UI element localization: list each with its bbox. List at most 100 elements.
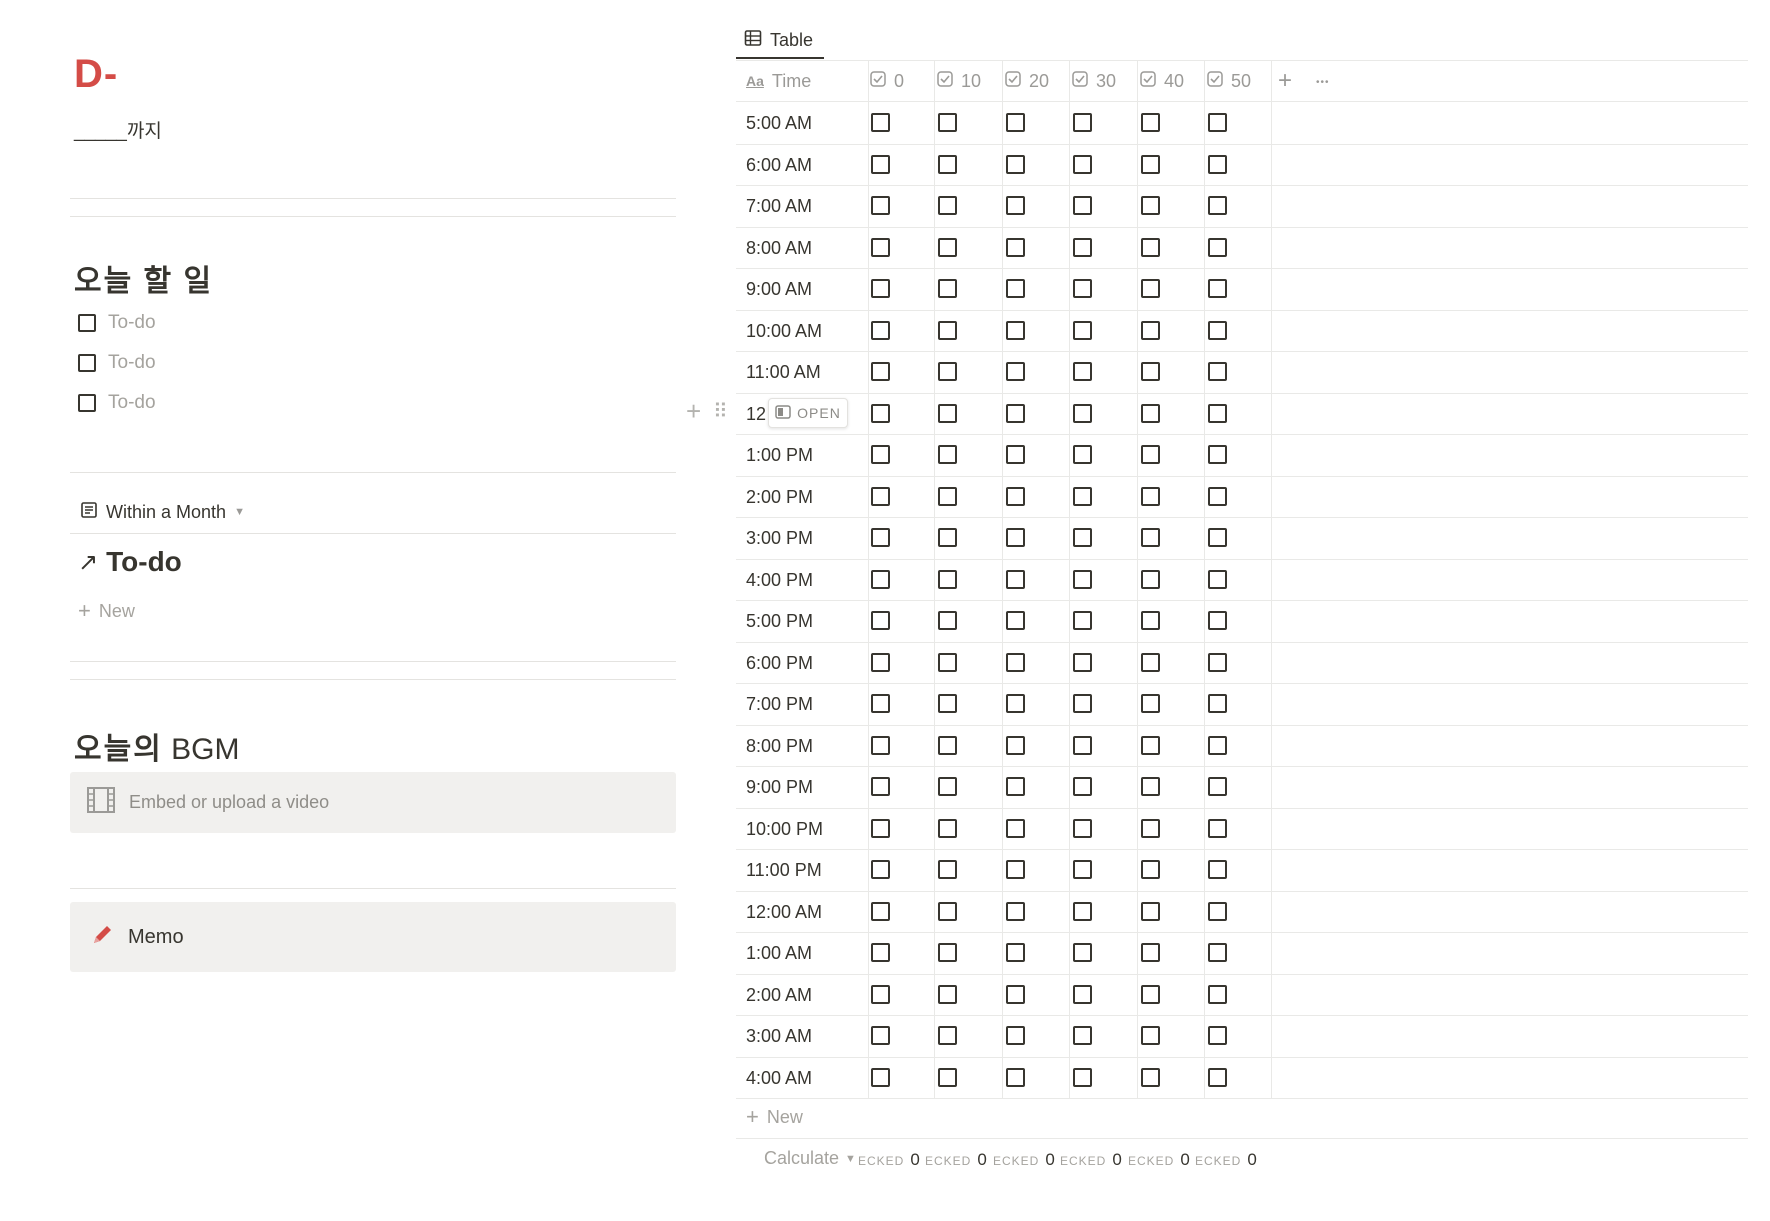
time-cell[interactable]: 8:00 AM	[746, 233, 812, 263]
time-cell[interactable]: 4:00 PM	[746, 565, 813, 595]
cell-checkbox[interactable]	[1141, 570, 1160, 589]
cell-checkbox[interactable]	[1073, 860, 1092, 879]
cell-checkbox[interactable]	[1208, 902, 1227, 921]
cell-checkbox[interactable]	[1006, 445, 1025, 464]
todo-item[interactable]: To-do	[78, 308, 156, 338]
cell-checkbox[interactable]	[1073, 404, 1092, 423]
cell-checkbox[interactable]	[1141, 653, 1160, 672]
more-options-icon[interactable]: •••	[1316, 70, 1330, 96]
cell-checkbox[interactable]	[1141, 860, 1160, 879]
column-header-time[interactable]: Aa Time	[746, 66, 811, 96]
cell-checkbox[interactable]	[871, 196, 890, 215]
cell-checkbox[interactable]	[871, 487, 890, 506]
cell-checkbox[interactable]	[1141, 113, 1160, 132]
cell-checkbox[interactable]	[871, 570, 890, 589]
cell-checkbox[interactable]	[871, 1026, 890, 1045]
time-cell[interactable]: 11:00 PM	[746, 855, 822, 885]
cell-checkbox[interactable]	[1006, 943, 1025, 962]
cell-checkbox[interactable]	[1208, 943, 1227, 962]
cell-checkbox[interactable]	[1006, 279, 1025, 298]
cell-checkbox[interactable]	[1073, 238, 1092, 257]
video-embed-block[interactable]: Embed or upload a video	[70, 772, 676, 833]
cell-checkbox[interactable]	[1141, 155, 1160, 174]
cell-checkbox[interactable]	[938, 155, 957, 174]
cell-checkbox[interactable]	[1073, 570, 1092, 589]
cell-checkbox[interactable]	[938, 404, 957, 423]
cell-checkbox[interactable]	[1073, 611, 1092, 630]
cell-checkbox[interactable]	[871, 321, 890, 340]
cell-checkbox[interactable]	[1006, 196, 1025, 215]
cell-checkbox[interactable]	[1208, 611, 1227, 630]
cell-checkbox[interactable]	[1006, 611, 1025, 630]
cell-checkbox[interactable]	[938, 611, 957, 630]
time-cell[interactable]: 1:00 AM	[746, 938, 812, 968]
linked-db-title[interactable]: ↗ To-do	[78, 546, 182, 578]
cell-checkbox[interactable]	[938, 819, 957, 838]
column-header-checkbox[interactable]: 40	[1140, 66, 1184, 96]
cell-checkbox[interactable]	[1073, 985, 1092, 1004]
cell-checkbox[interactable]	[1006, 155, 1025, 174]
cell-checkbox[interactable]	[1073, 943, 1092, 962]
time-cell[interactable]: 4:00 AM	[746, 1063, 812, 1093]
open-row-button[interactable]: OPEN	[768, 398, 848, 428]
cell-checkbox[interactable]	[938, 113, 957, 132]
todo-checkbox[interactable]	[78, 354, 96, 372]
todo-item[interactable]: To-do	[78, 388, 156, 418]
time-cell[interactable]: 2:00 AM	[746, 980, 812, 1010]
todo-label[interactable]: To-do	[108, 312, 156, 334]
cell-checkbox[interactable]	[871, 445, 890, 464]
cell-checkbox[interactable]	[1073, 777, 1092, 796]
add-column-icon[interactable]: +	[1278, 66, 1292, 96]
time-cell[interactable]: 6:00 AM	[746, 150, 812, 180]
time-cell[interactable]: 5:00 AM	[746, 108, 812, 138]
cell-checkbox[interactable]	[1006, 819, 1025, 838]
cell-checkbox[interactable]	[1006, 777, 1025, 796]
cell-checkbox[interactable]	[938, 321, 957, 340]
cell-checkbox[interactable]	[1141, 819, 1160, 838]
cell-checkbox[interactable]	[1208, 113, 1227, 132]
time-cell[interactable]: 3:00 PM	[746, 523, 813, 553]
cell-checkbox[interactable]	[871, 985, 890, 1004]
todo-label[interactable]: To-do	[108, 352, 156, 374]
cell-checkbox[interactable]	[1006, 694, 1025, 713]
todo-checkbox[interactable]	[78, 314, 96, 332]
cell-checkbox[interactable]	[1006, 902, 1025, 921]
cell-checkbox[interactable]	[1208, 155, 1227, 174]
memo-callout[interactable]: Memo	[70, 902, 676, 972]
cell-checkbox[interactable]	[1141, 694, 1160, 713]
time-cell[interactable]: 10:00 AM	[746, 316, 822, 346]
todo-checkbox[interactable]	[78, 394, 96, 412]
cell-checkbox[interactable]	[871, 653, 890, 672]
column-header-checkbox[interactable]: 20	[1005, 66, 1049, 96]
column-header-checkbox[interactable]: 30	[1072, 66, 1116, 96]
cell-checkbox[interactable]	[871, 362, 890, 381]
time-cell[interactable]: 7:00 AM	[746, 191, 812, 221]
cell-checkbox[interactable]	[1141, 445, 1160, 464]
cell-checkbox[interactable]	[938, 528, 957, 547]
cell-checkbox[interactable]	[1208, 279, 1227, 298]
time-cell[interactable]: 8:00 PM	[746, 731, 813, 761]
column-header-checkbox[interactable]: 50	[1207, 66, 1251, 96]
cell-checkbox[interactable]	[1208, 362, 1227, 381]
time-cell[interactable]: 1:00 PM	[746, 440, 813, 470]
cell-checkbox[interactable]	[938, 902, 957, 921]
cell-checkbox[interactable]	[871, 777, 890, 796]
cell-checkbox[interactable]	[1208, 985, 1227, 1004]
cell-checkbox[interactable]	[1141, 1068, 1160, 1087]
view-selector[interactable]: Within a Month ▼	[80, 497, 245, 527]
time-cell[interactable]: 5:00 PM	[746, 606, 813, 636]
cell-checkbox[interactable]	[938, 736, 957, 755]
cell-checkbox[interactable]	[938, 570, 957, 589]
cell-checkbox[interactable]	[1073, 196, 1092, 215]
cell-checkbox[interactable]	[1073, 819, 1092, 838]
cell-checkbox[interactable]	[938, 362, 957, 381]
cell-checkbox[interactable]	[871, 279, 890, 298]
cell-checkbox[interactable]	[1141, 611, 1160, 630]
cell-checkbox[interactable]	[1073, 736, 1092, 755]
cell-checkbox[interactable]	[871, 1068, 890, 1087]
drag-handle-icon[interactable]: ⠿	[713, 402, 728, 422]
cell-checkbox[interactable]	[1006, 404, 1025, 423]
cell-checkbox[interactable]	[1208, 736, 1227, 755]
cell-checkbox[interactable]	[1141, 279, 1160, 298]
column-header-checkbox[interactable]: 10	[937, 66, 981, 96]
